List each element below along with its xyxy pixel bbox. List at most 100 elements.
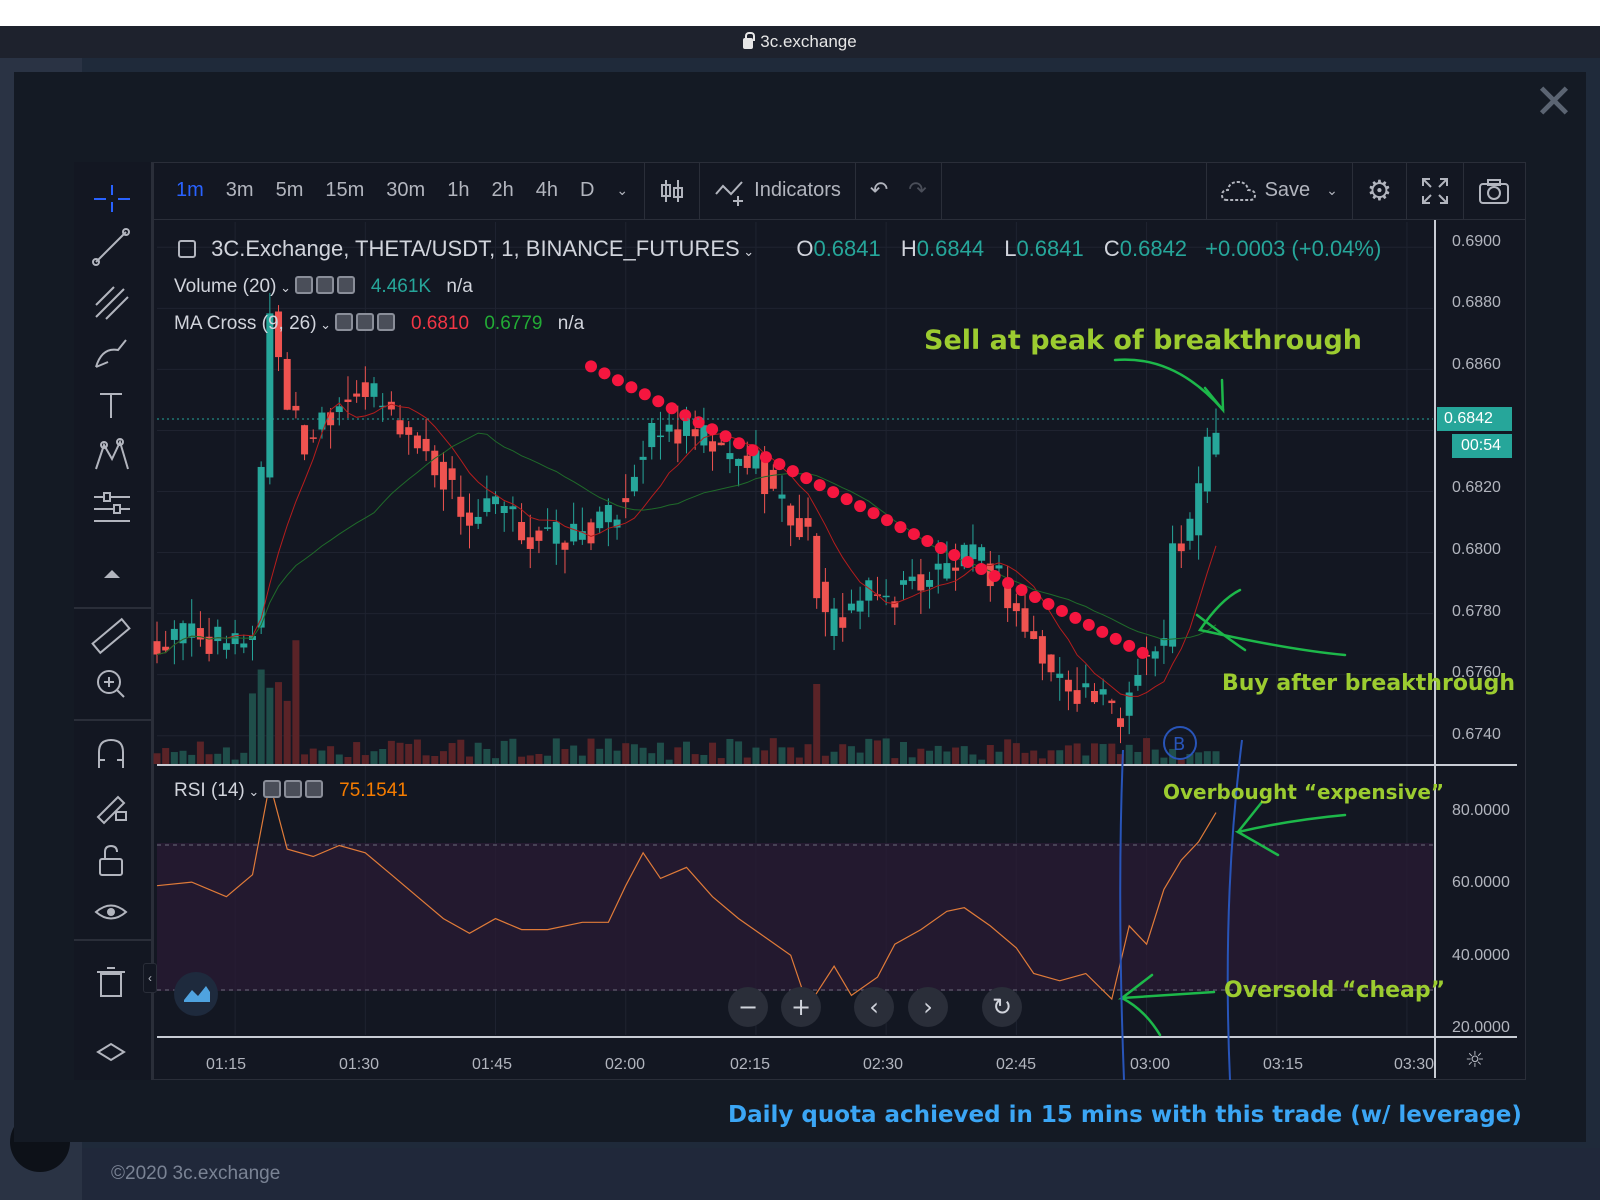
candle-body — [847, 603, 855, 611]
candle-body — [292, 405, 300, 411]
low-value: 0.6841 — [1016, 236, 1084, 261]
open-label: O — [796, 236, 814, 261]
rsi-tick: 60.0000 — [1452, 874, 1510, 891]
volume-bar — [639, 747, 647, 764]
candle-body — [544, 527, 552, 529]
volume-bar — [952, 747, 960, 764]
sar-dot — [975, 563, 988, 576]
reset-chart-icon[interactable]: ↻ — [982, 987, 1022, 1027]
price-tick: 0.6740 — [1452, 726, 1501, 743]
price-tick: 0.6880 — [1452, 294, 1501, 311]
volume-bar — [492, 758, 500, 764]
candle-body — [804, 518, 812, 527]
candle-body — [1090, 690, 1098, 703]
sar-dot — [598, 367, 611, 380]
bitcoin-marker-letter: B — [1173, 734, 1185, 755]
candle-body — [509, 506, 517, 510]
settings-icon[interactable] — [355, 313, 374, 331]
volume-bar — [266, 687, 274, 764]
sar-dot — [827, 486, 840, 499]
volume-dropdown-icon[interactable]: ⌄ — [276, 280, 294, 295]
volume-bar — [804, 744, 812, 764]
time-tick: 01:30 — [338, 1056, 380, 1073]
candle-body — [465, 512, 473, 526]
settings-icon[interactable] — [283, 780, 302, 798]
volume-label[interactable]: Volume (20) — [174, 276, 276, 297]
sar-dot — [611, 374, 624, 387]
candle-body — [370, 383, 378, 397]
candle-body — [934, 563, 942, 570]
volume-bar — [448, 743, 456, 764]
ma-na: n/a — [557, 313, 585, 334]
candle-body — [500, 506, 508, 514]
axis-settings-icon[interactable]: ☼ — [1465, 1048, 1485, 1073]
volume-bar — [535, 753, 543, 764]
sar-dot — [961, 556, 974, 569]
volume-bar — [908, 757, 916, 764]
tradingview-logo-icon[interactable] — [174, 972, 218, 1016]
candle-body — [301, 425, 309, 455]
time-tick: 02:15 — [729, 1056, 771, 1073]
symbol-dropdown-icon[interactable]: ⌄ — [740, 244, 754, 259]
rsi-legend: RSI (14) ⌄ 75.1541 — [174, 780, 408, 802]
close-label: C — [1103, 236, 1120, 261]
zoom-out-icon[interactable]: − — [728, 987, 768, 1027]
rsi-value: 75.1541 — [339, 780, 408, 801]
candle-body — [1012, 603, 1020, 612]
scroll-left-icon[interactable]: ‹ — [854, 987, 894, 1027]
volume-bar — [761, 750, 769, 764]
ma-fast-value: 0.6810 — [410, 313, 470, 334]
sar-dot — [706, 423, 719, 436]
time-tick: 03:00 — [1129, 1056, 1171, 1073]
remove-icon[interactable] — [376, 313, 395, 331]
ma-dropdown-icon[interactable]: ⌄ — [317, 317, 335, 332]
volume-bar — [1125, 744, 1133, 764]
volume-bar — [170, 752, 178, 764]
volume-bar — [1012, 743, 1020, 764]
volume-bar — [726, 738, 734, 764]
rsi-dropdown-icon[interactable]: ⌄ — [245, 784, 263, 799]
volume-bar — [795, 757, 803, 764]
volume-bar — [752, 747, 760, 764]
open-value: 0.6841 — [813, 236, 881, 261]
eye-toggle-icon[interactable] — [294, 276, 313, 294]
volume-bar — [413, 739, 421, 764]
sell-arrow — [1113, 358, 1225, 412]
collapse-legend-icon[interactable] — [178, 240, 196, 258]
candle-body — [674, 429, 682, 444]
candle-body — [665, 424, 673, 432]
candle-body — [561, 542, 569, 550]
ma-label[interactable]: MA Cross (9, 26) — [174, 313, 317, 334]
volume-bar — [1099, 744, 1107, 764]
eye-toggle-icon[interactable] — [334, 313, 353, 331]
candle-body — [1056, 673, 1064, 678]
volume-bar — [1021, 752, 1029, 764]
volume-bar — [995, 751, 1003, 764]
volume-bar — [283, 700, 291, 764]
volume-bar — [943, 751, 951, 764]
eye-toggle-icon[interactable] — [262, 780, 281, 798]
volume-bar — [570, 745, 578, 764]
volume-bar — [978, 759, 986, 764]
volume-bar — [960, 746, 968, 764]
zoom-in-button-icon[interactable]: + — [781, 987, 821, 1027]
settings-icon[interactable] — [315, 276, 334, 294]
volume-bar — [1004, 739, 1012, 764]
candle-body — [457, 496, 465, 517]
scroll-right-icon[interactable]: › — [908, 987, 948, 1027]
candle-body — [900, 580, 908, 585]
symbol-title[interactable]: 3C.Exchange, THETA/USDT, 1, BINANCE_FUTU… — [211, 236, 740, 261]
volume-bar — [457, 739, 465, 764]
sar-dot — [746, 444, 759, 457]
rsi-tick: 20.0000 — [1452, 1019, 1510, 1036]
volume-bar — [604, 738, 612, 764]
candle-body — [240, 643, 248, 648]
remove-icon[interactable] — [304, 780, 323, 798]
sar-dot — [1136, 646, 1149, 659]
candle-body — [266, 313, 274, 478]
remove-icon[interactable] — [336, 276, 355, 294]
rsi-label[interactable]: RSI (14) — [174, 780, 245, 801]
volume-bar — [622, 743, 630, 764]
candle-body — [222, 643, 230, 650]
candle-body — [622, 498, 630, 503]
